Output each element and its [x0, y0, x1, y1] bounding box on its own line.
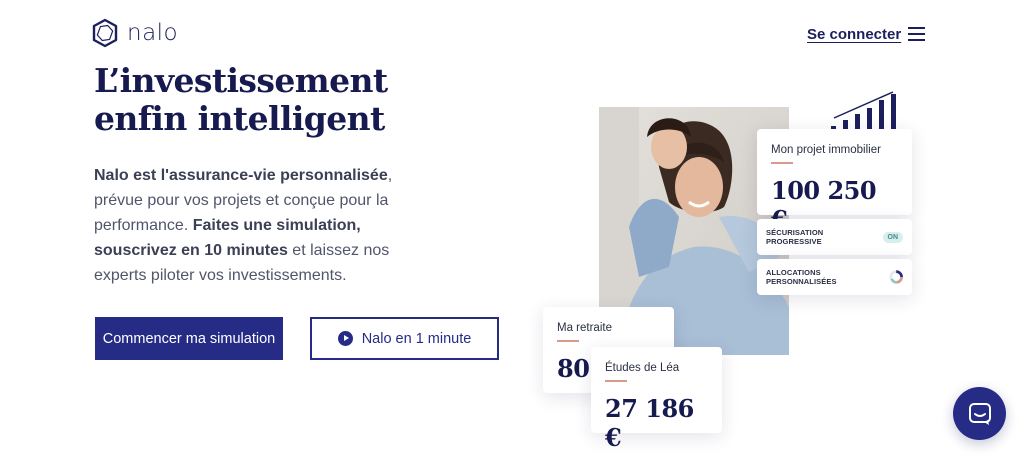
card-etudes-label: Études de Léa — [605, 362, 680, 374]
card-secu-label: SÉCURISATION PROGRESSIVE — [766, 228, 824, 246]
hero-title-line1: L’investissement — [94, 61, 388, 100]
login-link[interactable]: Se connecter — [807, 26, 901, 43]
card-studies: Études de Léa 27 186 € — [591, 347, 722, 452]
card-alloc-label: ALLOCATIONS PERSONNALISÉES — [766, 268, 837, 286]
hero-title: L’investissement enfin intelligent — [94, 62, 454, 138]
card-personalized-allocations: ALLOCATIONS PERSONNALISÉES — [757, 259, 912, 295]
donut-chart-icon — [889, 270, 903, 284]
chat-button[interactable] — [953, 387, 1006, 440]
hero-title-line2: enfin intelligent — [94, 99, 385, 138]
card-etudes-value: 27 186 € — [605, 393, 694, 452]
nalo-video-button[interactable]: Nalo en 1 minute — [310, 317, 499, 360]
card-real-estate-project: Mon projet immobilier 100 250 € — [757, 129, 912, 234]
nalo-logo[interactable]: nalo — [91, 18, 178, 48]
start-simulation-button[interactable]: Commencer ma simulation — [95, 317, 283, 360]
card-accent — [605, 380, 627, 382]
card-accent — [771, 162, 793, 164]
hexagon-logo-icon — [92, 18, 118, 48]
hamburger-menu-icon[interactable] — [908, 27, 925, 41]
nalo-video-label: Nalo en 1 minute — [361, 330, 472, 347]
on-toggle-badge: ON — [882, 231, 903, 243]
card-secure-progression: SÉCURISATION PROGRESSIVE ON — [757, 219, 912, 255]
chat-icon — [968, 402, 991, 425]
card-immo-label: Mon projet immobilier — [771, 144, 881, 156]
hero-text-bold1: Nalo est l'assurance-vie personnalisée — [94, 167, 388, 184]
card-retraite-label: Ma retraite — [557, 322, 612, 334]
logo-text: nalo — [127, 20, 179, 46]
play-icon — [337, 331, 353, 346]
card-accent — [557, 340, 579, 342]
hero-description: Nalo est l'assurance-vie personnalisée, … — [94, 163, 439, 288]
